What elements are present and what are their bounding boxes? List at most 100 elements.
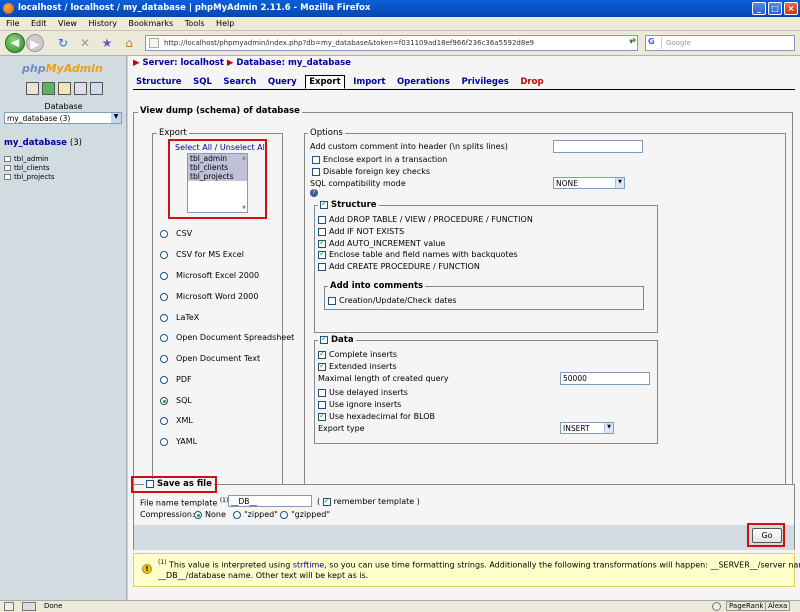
options-legend: Options [308, 128, 345, 138]
table-item[interactable]: tbl_admin [4, 155, 55, 163]
table-item[interactable]: tbl_projects [4, 173, 55, 181]
tab-sql[interactable]: SQL [190, 76, 215, 88]
reload-icon[interactable] [90, 82, 103, 95]
comments-fieldset: Add into comments Creation/Update/Check … [324, 281, 644, 310]
menu-edit[interactable]: Edit [31, 19, 47, 28]
format-xml[interactable]: XML [160, 416, 193, 425]
structure-fieldset: Structure Add DROP TABLE / VIEW / PROCED… [314, 199, 658, 333]
strftime-link[interactable]: strftime [293, 561, 324, 570]
enclose-transaction-checkbox[interactable]: Enclose export in a transaction [312, 155, 447, 164]
menu-bookmarks[interactable]: Bookmarks [129, 19, 174, 28]
highlight-box [131, 476, 217, 493]
window-title: localhost / localhost / my_database | ph… [18, 3, 371, 13]
tab-export[interactable]: Export [305, 75, 345, 89]
pagerank-icon [712, 602, 721, 611]
format-latex[interactable]: LaTeX [160, 313, 199, 322]
data-legend[interactable]: Data [318, 334, 356, 345]
menu-tools[interactable]: Tools [185, 19, 205, 28]
tab-import[interactable]: Import [350, 76, 388, 88]
minimize-button[interactable]: _ [752, 2, 766, 15]
tab-structure[interactable]: Structure [133, 76, 185, 88]
structure-option[interactable]: Add CREATE PROCEDURE / FUNCTION [318, 262, 480, 271]
structure-option[interactable]: Add IF NOT EXISTS [318, 227, 404, 236]
menu-view[interactable]: View [58, 19, 77, 28]
format-csv[interactable]: CSV [160, 229, 192, 238]
structure-option[interactable]: Add AUTO_INCREMENT value [318, 238, 445, 248]
structure-legend[interactable]: Structure [318, 199, 379, 210]
maximize-button[interactable]: □ [768, 2, 782, 15]
table-icon [4, 165, 11, 171]
arrow-icon: ▶ [133, 58, 140, 68]
compression-none[interactable]: None [194, 510, 226, 519]
tab-query[interactable]: Query [265, 76, 300, 88]
note-line-1: (1) This value is interpreted using strf… [158, 559, 800, 570]
tab-drop[interactable]: Drop [517, 76, 546, 88]
export-type-select[interactable]: INSERT ▼ [560, 422, 614, 434]
go-arrow-icon[interactable]: ➜ [629, 36, 637, 46]
compat-select[interactable]: NONE ▼ [553, 177, 625, 189]
docs-icon[interactable] [74, 82, 87, 95]
close-button[interactable]: × [784, 2, 798, 15]
note-line-2: __DB__/database name. Other text will be… [158, 571, 369, 580]
sidebar-icon[interactable] [22, 602, 36, 611]
file-template-input[interactable]: __DB__ [228, 495, 312, 507]
alexa-badge[interactable]: Alexa [765, 601, 791, 611]
format-pdf[interactable]: PDF [160, 375, 192, 384]
database-select[interactable]: my_database (3) ▼ [4, 112, 122, 124]
highlight-box [168, 139, 267, 219]
compression-gzipped[interactable]: "gzipped" [280, 510, 330, 519]
format-excel-2000[interactable]: Microsoft Excel 2000 [160, 271, 259, 280]
search-placeholder: Google [666, 39, 691, 47]
breadcrumb-server[interactable]: Server: localhost [143, 58, 224, 68]
format-csv-excel[interactable]: CSV for MS Excel [160, 250, 244, 259]
complete-inserts-checkbox[interactable]: Complete inserts [318, 349, 397, 359]
disable-fk-checkbox[interactable]: Disable foreign key checks [312, 167, 430, 176]
table-item[interactable]: tbl_clients [4, 164, 55, 172]
help-icon[interactable]: ? [310, 189, 318, 197]
dump-fieldset: View dump (schema) of database Export Se… [133, 106, 793, 516]
structure-option[interactable]: Add DROP TABLE / VIEW / PROCEDURE / FUNC… [318, 215, 533, 224]
phpmyadmin-logo[interactable]: phpMyAdmin [22, 62, 103, 75]
format-sql[interactable]: SQL [160, 396, 192, 405]
creation-dates-checkbox[interactable]: Creation/Update/Check dates [328, 296, 457, 305]
dump-legend: View dump (schema) of database [138, 106, 302, 116]
forward-button[interactable]: ▶ [26, 34, 44, 52]
menu-history[interactable]: History [89, 19, 117, 28]
sql-window-icon[interactable] [42, 82, 55, 95]
google-icon: G [648, 37, 662, 49]
firefox-icon [3, 3, 14, 14]
structure-option[interactable]: Enclose table and field names with backq… [318, 249, 518, 259]
tab-privileges[interactable]: Privileges [458, 76, 511, 88]
home-icon[interactable] [26, 82, 39, 95]
format-yaml[interactable]: YAML [160, 437, 197, 446]
home-icon[interactable]: ⌂ [122, 34, 136, 52]
menu-help[interactable]: Help [216, 19, 234, 28]
database-link[interactable]: my_database (3) [4, 138, 82, 148]
remember-template-checkbox[interactable]: ( remember template ) [317, 496, 420, 507]
url-bar[interactable]: http://localhost/phpmyadmin/index.php?db… [145, 35, 638, 51]
bookmark-icon[interactable]: ★ [100, 34, 114, 52]
pagerank-badge[interactable]: PageRank [726, 601, 767, 611]
stop-icon[interactable]: ✕ [78, 34, 92, 52]
menu-file[interactable]: File [6, 19, 19, 28]
reload-icon[interactable]: ↻ [56, 34, 70, 52]
hex-blob-checkbox[interactable]: Use hexadecimal for BLOB [318, 411, 435, 421]
delayed-inserts-checkbox[interactable]: Use delayed inserts [318, 388, 408, 397]
format-ods[interactable]: Open Document Spreadsheet [160, 333, 294, 342]
breadcrumb: ▶ Server: localhost ▶ Database: my_datab… [133, 58, 351, 68]
ignore-inserts-checkbox[interactable]: Use ignore inserts [318, 400, 401, 409]
breadcrumb-database[interactable]: Database: my_database [236, 58, 351, 68]
max-length-input[interactable]: 50000 [560, 372, 650, 385]
back-button[interactable]: ◀ [5, 33, 25, 53]
query-icon[interactable] [58, 82, 71, 95]
tab-operations[interactable]: Operations [394, 76, 453, 88]
format-word-2000[interactable]: Microsoft Word 2000 [160, 292, 258, 301]
extended-inserts-checkbox[interactable]: Extended inserts [318, 361, 397, 371]
tab-search[interactable]: Search [220, 76, 259, 88]
format-odt[interactable]: Open Document Text [160, 354, 260, 363]
comment-input[interactable] [553, 140, 643, 153]
compression-zipped[interactable]: "zipped" [233, 510, 278, 519]
search-input[interactable]: G Google [645, 35, 795, 51]
note-box: ! (1) This value is interpreted using st… [133, 553, 800, 587]
sidebar: phpMyAdmin Database my_database (3) ▼ my… [0, 56, 127, 600]
